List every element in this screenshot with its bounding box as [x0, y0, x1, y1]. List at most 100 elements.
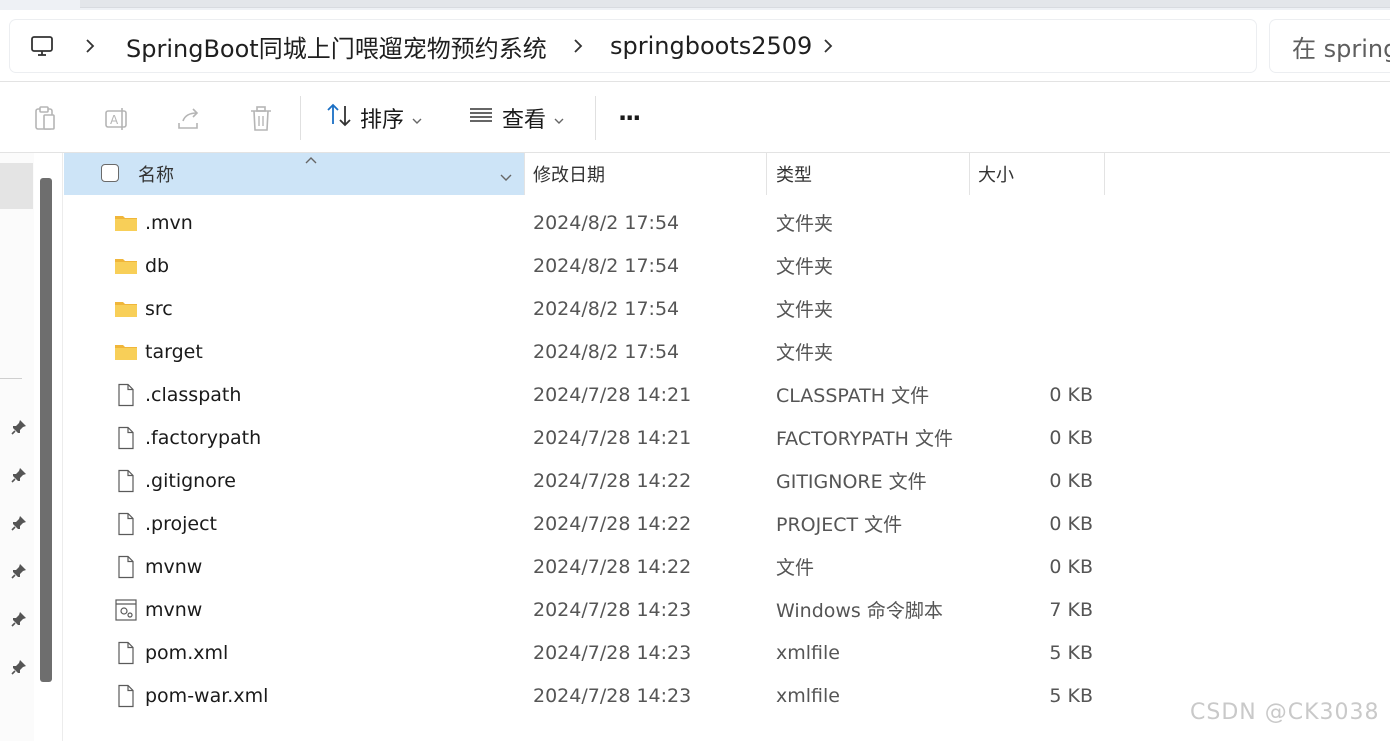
column-divider[interactable]: [1104, 153, 1105, 195]
column-header-size[interactable]: 大小: [978, 153, 1014, 195]
file-date: 2024/7/28 14:23: [533, 684, 692, 707]
column-divider[interactable]: [969, 153, 970, 195]
computer-icon[interactable]: [30, 20, 54, 72]
file-name: .factorypath: [145, 426, 262, 449]
folder-icon: [114, 211, 138, 235]
pin-icon[interactable]: [10, 514, 28, 532]
more-options-button[interactable]: ···: [618, 100, 641, 136]
rename-icon[interactable]: A: [102, 104, 132, 134]
file-size: [970, 201, 1093, 244]
file-name: mvnw: [145, 555, 203, 578]
view-label: 查看: [502, 108, 547, 133]
file-type: 文件夹: [776, 213, 834, 235]
sort-button[interactable]: 排序: [326, 100, 422, 136]
file-row[interactable]: db 2024/8/2 17:54 文件夹: [64, 244, 1104, 287]
search-box[interactable]: [1270, 20, 1390, 72]
file-date: 2024/8/2 17:54: [533, 340, 680, 363]
chevron-right-icon[interactable]: [568, 20, 588, 72]
folder-icon: [114, 340, 138, 364]
file-type: Windows 命令脚本: [776, 600, 943, 622]
file-size: 0 KB: [1049, 469, 1093, 492]
chevron-right-icon[interactable]: [80, 20, 100, 72]
command-bar: A 排序 查看 ···: [0, 84, 1390, 152]
file-type: 文件夹: [776, 299, 834, 321]
chevron-right-icon[interactable]: [818, 20, 838, 72]
column-divider[interactable]: [524, 153, 525, 195]
file-row[interactable]: target 2024/8/2 17:54 文件夹: [64, 330, 1104, 373]
file-size: 7 KB: [1049, 598, 1093, 621]
sort-icon: [326, 102, 352, 134]
file-size: 0 KB: [1049, 426, 1093, 449]
share-icon[interactable]: [174, 104, 204, 134]
column-header: 名称 修改日期 类型 大小: [64, 153, 1105, 195]
column-header-type[interactable]: 类型: [776, 153, 812, 195]
file-size: 5 KB: [1049, 641, 1093, 664]
file-icon: [114, 684, 138, 708]
svg-text:A: A: [110, 113, 119, 127]
delete-icon[interactable]: [246, 104, 276, 134]
nav-selected-item[interactable]: [0, 163, 33, 209]
file-date: 2024/7/28 14:23: [533, 598, 692, 621]
address-bar[interactable]: SpringBoot同城上门喂遛宠物预约系统 springboots2509: [10, 20, 1256, 72]
file-name: .mvn: [145, 211, 193, 234]
file-row[interactable]: src 2024/8/2 17:54 文件夹: [64, 287, 1104, 330]
navigation-pane: [0, 153, 34, 741]
file-name: pom-war.xml: [145, 684, 269, 707]
file-type: 文件夹: [776, 342, 834, 364]
file-date: 2024/7/28 14:23: [533, 641, 692, 664]
pin-icon[interactable]: [10, 418, 28, 436]
pin-icon[interactable]: [10, 658, 28, 676]
file-type: 文件: [776, 557, 815, 579]
file-row[interactable]: .mvn 2024/8/2 17:54 文件夹: [64, 201, 1104, 244]
file-row[interactable]: mvnw 2024/7/28 14:22 文件 0 KB: [64, 545, 1104, 588]
select-all-checkbox[interactable]: [101, 164, 119, 182]
breadcrumb-item-folder[interactable]: springboots2509: [610, 20, 812, 72]
file-size: [970, 330, 1093, 373]
column-header-name[interactable]: 名称: [64, 153, 524, 195]
file-type: 文件夹: [776, 256, 834, 278]
file-row[interactable]: pom.xml 2024/7/28 14:23 xmlfile 5 KB: [64, 631, 1104, 674]
file-row[interactable]: .project 2024/7/28 14:22 PROJECT 文件 0 KB: [64, 502, 1104, 545]
file-type: GITIGNORE 文件: [776, 471, 927, 493]
paste-icon[interactable]: [30, 104, 60, 134]
folder-icon: [114, 254, 138, 278]
file-type: xmlfile: [776, 684, 840, 707]
file-name: db: [145, 254, 170, 277]
file-icon: [114, 469, 138, 493]
file-type: PROJECT 文件: [776, 514, 903, 536]
file-type: xmlfile: [776, 641, 840, 664]
file-name: src: [145, 297, 173, 320]
file-name: pom.xml: [145, 641, 229, 664]
pane-border: [62, 153, 63, 741]
file-name: .classpath: [145, 383, 242, 406]
file-icon: [114, 383, 138, 407]
script-icon: [114, 598, 138, 622]
file-date: 2024/8/2 17:54: [533, 297, 680, 320]
nav-scrollbar[interactable]: [40, 178, 52, 682]
file-name: target: [145, 340, 203, 363]
file-row[interactable]: pom-war.xml 2024/7/28 14:23 xmlfile 5 KB: [64, 674, 1104, 717]
folder-icon: [114, 297, 138, 321]
file-row[interactable]: .factorypath 2024/7/28 14:21 FACTORYPATH 文…: [64, 416, 1104, 459]
watermark: CSDN @CK3038: [1190, 700, 1380, 725]
column-header-date[interactable]: 修改日期: [533, 153, 605, 195]
pin-icon[interactable]: [10, 562, 28, 580]
file-type: FACTORYPATH 文件: [776, 428, 953, 450]
nav-divider: [0, 378, 22, 379]
file-date: 2024/7/28 14:21: [533, 383, 692, 406]
file-row[interactable]: mvnw 2024/7/28 14:23 Windows 命令脚本 7 KB: [64, 588, 1104, 631]
pin-icon[interactable]: [10, 466, 28, 484]
file-date: 2024/7/28 14:22: [533, 469, 692, 492]
breadcrumb-item-project[interactable]: SpringBoot同城上门喂遛宠物预约系统: [126, 20, 547, 72]
chevron-down-icon: [554, 106, 564, 131]
column-divider[interactable]: [766, 153, 767, 195]
pin-icon[interactable]: [10, 610, 28, 628]
file-row[interactable]: .gitignore 2024/7/28 14:22 GITIGNORE 文件 0 K…: [64, 459, 1104, 502]
file-date: 2024/8/2 17:54: [533, 211, 680, 234]
file-row[interactable]: .classpath 2024/7/28 14:21 CLASSPATH 文件 0 K…: [64, 373, 1104, 416]
chevron-down-icon[interactable]: [500, 166, 512, 187]
search-input[interactable]: [1292, 30, 1390, 62]
file-size: [970, 244, 1093, 287]
file-name: .gitignore: [145, 469, 236, 492]
view-button[interactable]: 查看: [468, 100, 564, 136]
